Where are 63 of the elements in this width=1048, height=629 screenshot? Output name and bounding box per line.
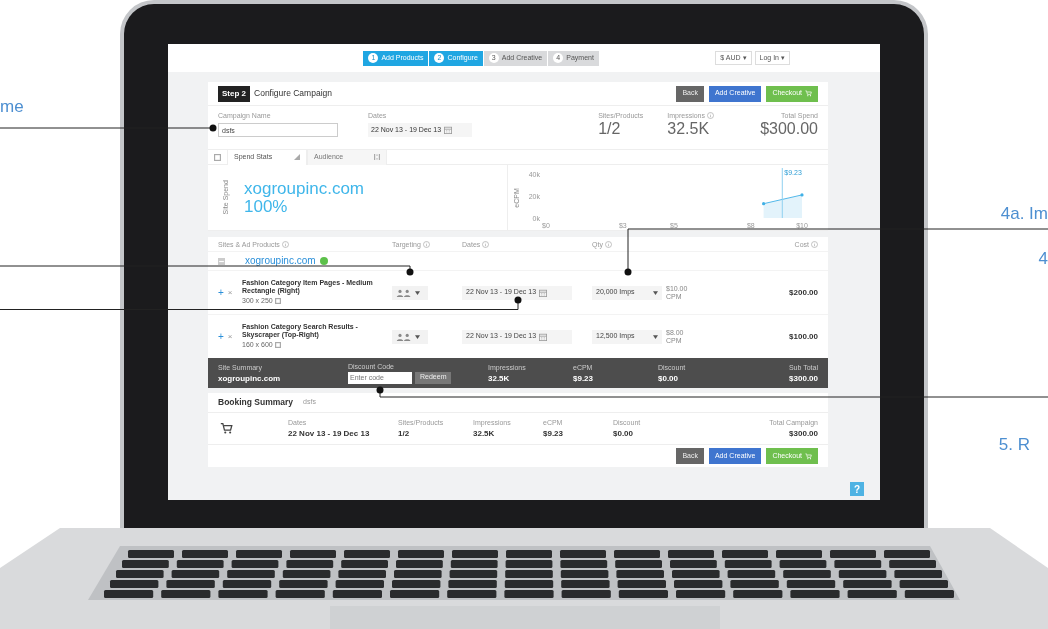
caret-icon bbox=[653, 334, 658, 339]
page-title: Configure Campaign bbox=[254, 87, 333, 100]
annotation-label: 5. R bbox=[998, 436, 1030, 453]
summary-value: 32.5K bbox=[488, 374, 511, 383]
info-icon[interactable] bbox=[281, 240, 289, 248]
info-icon[interactable] bbox=[482, 240, 490, 248]
area-fill bbox=[763, 194, 802, 218]
section-title: Booking Summary bbox=[218, 396, 294, 409]
caret-icon bbox=[653, 290, 658, 295]
annotation-label: 4a. Im bbox=[1000, 205, 1048, 222]
info-icon[interactable] bbox=[422, 240, 430, 248]
stat-value: 32.5K bbox=[667, 121, 711, 137]
cart-icon bbox=[805, 90, 812, 97]
info-icon[interactable] bbox=[707, 112, 714, 119]
status-dot-icon bbox=[319, 257, 328, 265]
targeting-dropdown[interactable] bbox=[392, 285, 428, 300]
summary-value: $0.00 bbox=[658, 374, 680, 383]
calendar-icon[interactable] bbox=[444, 126, 453, 134]
summary-value: $0.00 bbox=[613, 430, 635, 438]
cart-icon bbox=[805, 452, 812, 460]
add-icon[interactable]: + bbox=[218, 331, 224, 342]
add-icon[interactable]: + bbox=[218, 287, 224, 298]
image-icon bbox=[274, 342, 281, 348]
collapse-icon[interactable] bbox=[218, 257, 225, 265]
summary-value: 22 Nov 13 - 19 Dec 13 bbox=[288, 430, 371, 438]
info-icon[interactable] bbox=[811, 240, 818, 248]
cost: $100.00 bbox=[788, 330, 818, 343]
grid-icon bbox=[374, 154, 380, 160]
step-badge: Step 2 bbox=[218, 85, 250, 102]
image-icon bbox=[274, 298, 281, 304]
remove-icon[interactable]: × bbox=[227, 332, 233, 341]
annotation-label: 4 bbox=[1038, 250, 1048, 267]
data-point bbox=[800, 192, 804, 196]
help-button[interactable]: ? bbox=[850, 482, 864, 496]
annotation-label: me bbox=[0, 98, 24, 115]
site-name: xogroupinc.com bbox=[244, 180, 364, 197]
cost: $200.00 bbox=[788, 286, 818, 299]
summary-value: 1/2 bbox=[398, 430, 411, 438]
site-link[interactable]: xogroupinc.com bbox=[245, 256, 316, 266]
summary-value: $300.00 bbox=[789, 374, 818, 383]
reference-line bbox=[781, 167, 783, 218]
people-icon bbox=[396, 332, 412, 341]
data-point bbox=[762, 201, 766, 205]
info-icon[interactable] bbox=[604, 240, 612, 248]
summary-value: xogroupinc.com bbox=[218, 374, 282, 383]
chart-line bbox=[763, 193, 803, 204]
stat-value: 1/2 bbox=[598, 121, 622, 137]
summary-value: 32.5K bbox=[473, 430, 496, 438]
summary-value: $300.00 bbox=[789, 430, 818, 438]
signal-bars-icon bbox=[294, 154, 300, 160]
caret-icon bbox=[415, 290, 420, 295]
calendar-icon[interactable] bbox=[539, 288, 548, 297]
caret-icon bbox=[415, 334, 420, 339]
spend-share: 100% bbox=[244, 198, 289, 215]
list-icon[interactable] bbox=[214, 153, 221, 161]
calendar-icon[interactable] bbox=[539, 332, 548, 341]
summary-value: $9.23 bbox=[543, 430, 565, 438]
targeting-dropdown[interactable] bbox=[392, 329, 428, 344]
summary-value: $9.23 bbox=[573, 374, 595, 383]
remove-icon[interactable]: × bbox=[227, 288, 233, 297]
people-icon bbox=[396, 288, 412, 297]
stat-value: $300.00 bbox=[760, 121, 818, 137]
cart-icon bbox=[220, 422, 233, 435]
